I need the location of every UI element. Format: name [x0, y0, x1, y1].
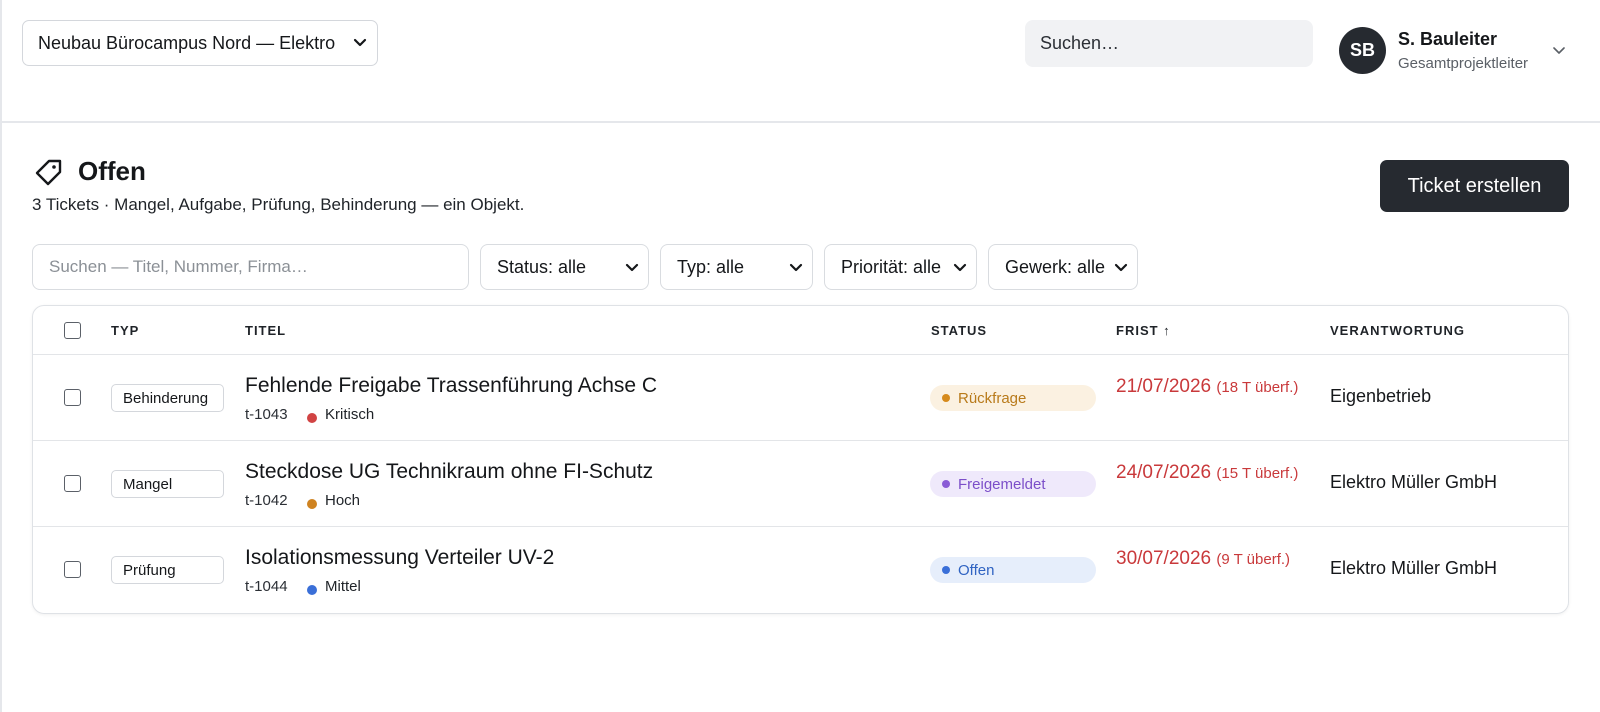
column-header-status[interactable]: STATUS [931, 323, 987, 338]
column-header-title[interactable]: TITEL [245, 323, 286, 338]
status-filter-value: Status: alle [497, 256, 587, 277]
chevron-down-icon [1114, 263, 1128, 272]
priority-dot [307, 585, 317, 595]
priority-filter-select[interactable]: Priorität: alle [824, 244, 977, 290]
status-label: Offen [958, 561, 995, 579]
page-subtitle: 3 Tickets · Mangel, Aufgabe, Prüfung, Be… [32, 195, 525, 214]
avatar[interactable]: SB [1339, 27, 1386, 74]
ticket-title[interactable]: Isolationsmessung Verteiler UV-2 [245, 546, 554, 570]
top-bar: Neubau Bürocampus Nord — Elektro Suchen…… [0, 0, 1600, 123]
overdue-note: (18 T überf.) [1216, 379, 1299, 396]
status-dot [942, 394, 950, 402]
column-header-owner[interactable]: VERANTWORTUNG [1330, 323, 1465, 338]
trade-filter-value: Gewerk: alle [1005, 256, 1106, 277]
tag-icon [35, 159, 62, 186]
responsible-party: Eigenbetrieb [1330, 386, 1432, 406]
type-filter-value: Typ: alle [677, 256, 745, 277]
type-badge: Behinderung [111, 384, 224, 412]
priority-label: Mittel [325, 578, 361, 595]
ticket-number: t-1043 [245, 406, 288, 423]
chevron-down-icon [953, 263, 967, 272]
deadline-date: 21/07/2026 [1116, 376, 1212, 397]
ticket-title[interactable]: Fehlende Freigabe Trassenführung Achse C [245, 374, 657, 398]
responsible-party: Elektro Müller GmbH [1330, 472, 1498, 492]
status-badge: Offen [930, 557, 1096, 583]
deadline-date: 30/07/2026 [1116, 548, 1212, 569]
user-name[interactable]: S. Bauleiter [1398, 29, 1497, 50]
status-dot [942, 480, 950, 488]
ticket-number: t-1044 [245, 578, 288, 595]
chevron-down-icon [625, 263, 639, 272]
priority-label: Hoch [325, 492, 361, 509]
chevron-down-icon [353, 38, 367, 47]
column-header-deadline[interactable]: FRIST ↑ [1116, 323, 1171, 338]
project-select[interactable]: Neubau Bürocampus Nord — Elektro [22, 20, 378, 66]
type-filter-select[interactable]: Typ: alle [660, 244, 813, 290]
status-badge: Freigemeldet [930, 471, 1096, 497]
row-checkbox[interactable] [64, 389, 81, 406]
table-row[interactable]: Behinderung Fehlende Freigabe Trassenfüh… [33, 355, 1568, 441]
priority-dot [307, 499, 317, 509]
type-badge: Mangel [111, 470, 224, 498]
ticket-search-placeholder: Suchen — Titel, Nummer, Firma… [49, 257, 308, 276]
overdue-note: (15 T überf.) [1216, 465, 1299, 482]
deadline: 24/07/2026 (15 T überf.) [1116, 460, 1316, 486]
status-dot [942, 566, 950, 574]
status-badge: Rückfrage [930, 385, 1096, 411]
status-label: Freigemeldet [958, 475, 1046, 493]
ticket-title[interactable]: Steckdose UG Technikraum ohne FI-Schutz [245, 460, 653, 484]
table-header: TYP TITEL STATUS FRIST ↑ VERANTWORTUNG [33, 306, 1568, 355]
deadline-date: 24/07/2026 [1116, 462, 1212, 483]
global-search-placeholder: Suchen… [1040, 33, 1120, 53]
create-ticket-button[interactable]: Ticket erstellen [1380, 160, 1569, 212]
row-checkbox[interactable] [64, 561, 81, 578]
row-checkbox[interactable] [64, 475, 81, 492]
ticket-search-input[interactable]: Suchen — Titel, Nummer, Firma… [32, 244, 469, 290]
type-badge: Prüfung [111, 556, 224, 584]
global-search-input[interactable]: Suchen… [1025, 20, 1313, 67]
status-label: Rückfrage [958, 389, 1027, 407]
ticket-number: t-1042 [245, 492, 288, 509]
trade-filter-select[interactable]: Gewerk: alle [988, 244, 1138, 290]
page-title: Offen [78, 156, 146, 186]
chevron-down-icon [789, 263, 803, 272]
priority-filter-value: Priorität: alle [841, 256, 942, 277]
priority-label: Kritisch [325, 406, 375, 423]
responsible-party: Elektro Müller GmbH [1330, 558, 1498, 578]
column-header-type[interactable]: TYP [111, 323, 139, 338]
select-all-checkbox[interactable] [64, 322, 81, 339]
table-row[interactable]: Prüfung Isolationsmessung Verteiler UV-2… [33, 527, 1568, 613]
ticket-table: TYP TITEL STATUS FRIST ↑ VERANTWORTUNG B… [32, 305, 1569, 614]
priority-dot [307, 413, 317, 423]
user-role: Gesamtprojektleiter [1398, 55, 1529, 72]
table-row[interactable]: Mangel Steckdose UG Technikraum ohne FI-… [33, 441, 1568, 527]
overdue-note: (9 T überf.) [1216, 551, 1291, 568]
deadline: 21/07/2026 (18 T überf.) [1116, 374, 1316, 400]
project-select-value: Neubau Bürocampus Nord — Elektro [38, 32, 336, 53]
status-filter-select[interactable]: Status: alle [480, 244, 649, 290]
deadline: 30/07/2026 (9 T überf.) [1116, 546, 1316, 572]
user-menu-chevron-icon[interactable] [1553, 45, 1565, 55]
